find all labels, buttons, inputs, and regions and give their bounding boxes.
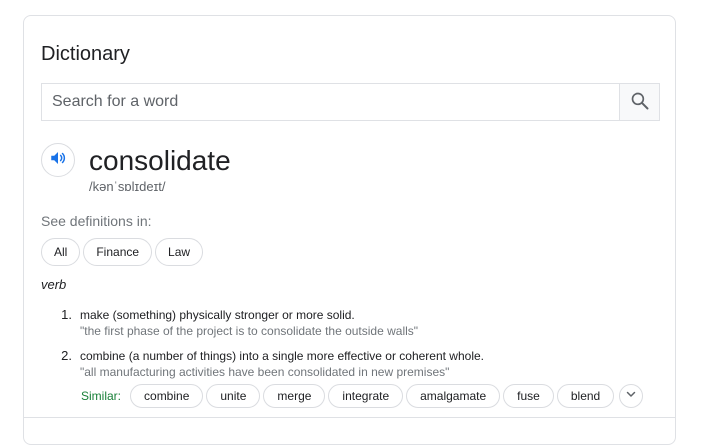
definition-example: "all manufacturing activities have been …	[80, 365, 450, 379]
definition-text: make (something) physically stronger or …	[80, 308, 355, 322]
source-chip-law[interactable]: Law	[155, 238, 204, 266]
similar-label: Similar:	[81, 389, 122, 403]
similar-words: Similar: combine unite merge integrate a…	[81, 384, 644, 408]
speaker-icon	[49, 149, 67, 172]
search-box	[41, 83, 660, 121]
source-chips: All Finance Law	[41, 238, 204, 266]
similar-word-chip[interactable]: combine	[130, 384, 204, 408]
part-of-speech: verb	[41, 277, 67, 292]
similar-word-chip[interactable]: amalgamate	[406, 384, 501, 408]
definition-number: 1.	[61, 307, 72, 322]
chevron-down-icon	[625, 387, 637, 405]
headword: consolidate	[89, 145, 231, 176]
phonetic-spelling: /kənˈsɒlɪdeɪt/	[89, 179, 166, 194]
source-chip-all[interactable]: All	[41, 238, 81, 266]
similar-word-chip[interactable]: unite	[206, 384, 261, 408]
pronunciation-button[interactable]	[41, 143, 75, 177]
similar-word-chip[interactable]: integrate	[328, 384, 404, 408]
definition-number: 2.	[61, 348, 72, 363]
definition-text: combine (a number of things) into a sing…	[80, 349, 484, 363]
see-definitions-label: See definitions in:	[41, 213, 152, 229]
similar-word-chip[interactable]: merge	[263, 384, 326, 408]
similar-word-chip[interactable]: blend	[556, 384, 615, 408]
divider	[24, 417, 675, 418]
search-icon	[630, 91, 650, 114]
dictionary-card: Dictionary consolidate /kənˈsɒlɪdeɪt/ Se…	[23, 15, 676, 445]
source-chip-finance[interactable]: Finance	[83, 238, 153, 266]
expand-similar-button[interactable]	[619, 384, 644, 408]
search-button[interactable]	[619, 84, 659, 120]
definition-example: "the first phase of the project is to co…	[80, 324, 419, 338]
card-title: Dictionary	[41, 43, 130, 65]
similar-word-chip[interactable]: fuse	[503, 384, 554, 408]
search-input[interactable]	[42, 84, 619, 120]
